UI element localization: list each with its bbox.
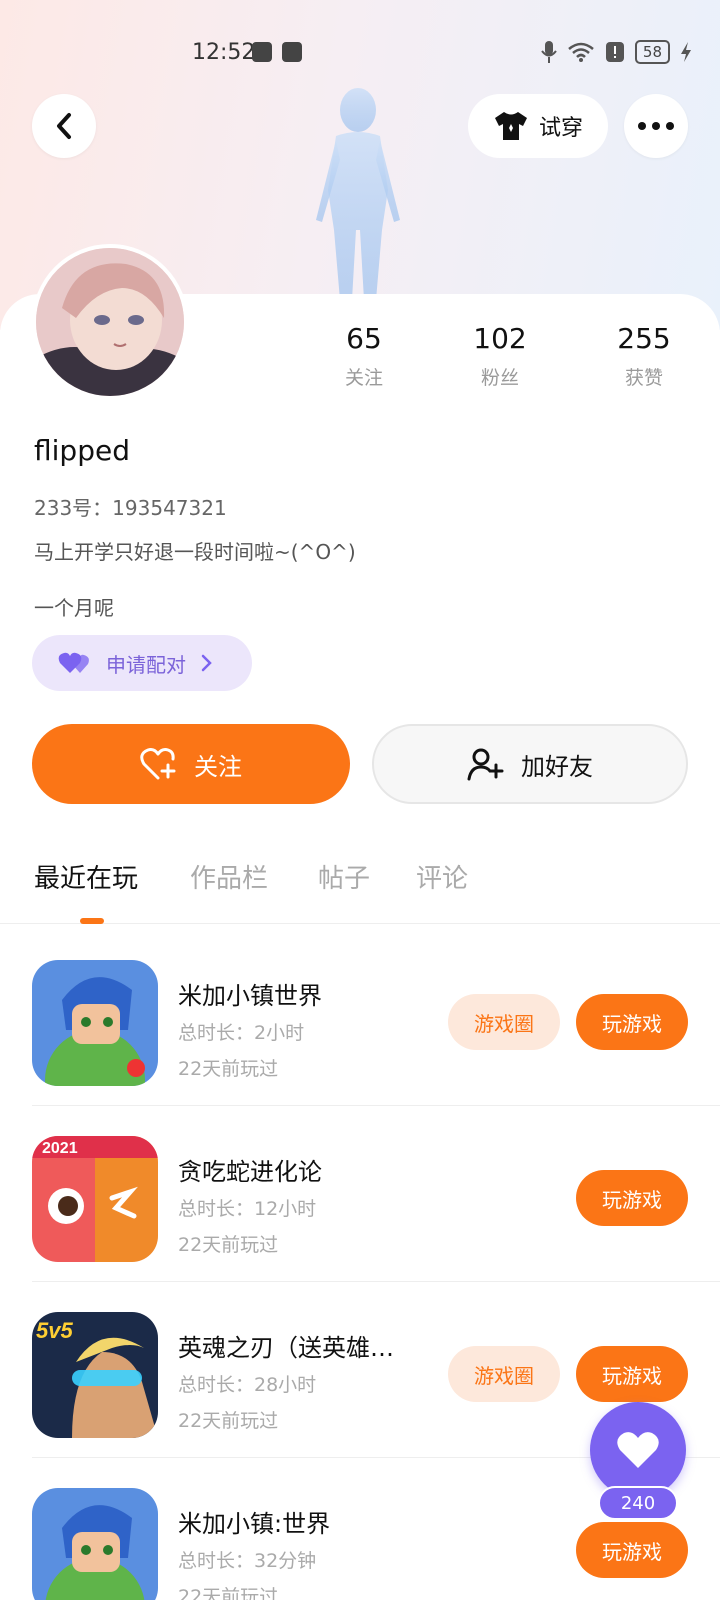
game-title: 米加小镇:世界 [178,1510,331,1538]
heart-plus-icon [140,748,176,780]
profile-tabs: 最近在玩 作品栏 帖子 评论 [0,858,720,924]
game-duration: 总时长：12小时 [178,1198,317,1220]
game-icon [32,960,158,1086]
game-last-played: 22天前玩过 [178,1058,279,1080]
game-duration: 总时长：32分钟 [178,1550,317,1572]
game-icon: 5v5 [32,1312,158,1438]
add-friend-label: 加好友 [521,752,593,781]
stat-following[interactable]: 65 关注 [304,322,424,390]
play-game-button[interactable]: 玩游戏 [576,994,688,1050]
stat-followers[interactable]: 102 粉丝 [440,322,560,390]
notification-icon [252,42,272,62]
username: flipped [34,434,130,467]
alert-icon [605,42,624,62]
play-game-button[interactable]: 玩游戏 [576,1522,688,1578]
tshirt-icon [494,112,527,140]
stat-value: 102 [473,322,527,355]
bio-line: 一个月呢 [34,596,114,620]
floating-like-button[interactable] [590,1402,686,1498]
tab-comments[interactable]: 评论 [416,858,468,895]
game-duration: 总时长：28小时 [178,1374,317,1396]
bio-line: 马上开学只好退一段时间啦~(^O^) [34,540,356,564]
microphone-icon [541,41,557,63]
battery-indicator: 58 [634,40,670,64]
stat-value: 65 [346,322,382,355]
tab-posts[interactable]: 帖子 [318,858,370,895]
game-row[interactable]: 2021 贪吃蛇进化论 总时长：12小时 22天前玩过 玩游戏 [32,1106,720,1282]
tab-active-indicator [80,918,104,924]
charging-icon [681,42,691,62]
chevron-right-icon [201,654,212,672]
stat-label: 获赞 [624,367,663,389]
apply-pair-label: 申请配对 [106,652,186,677]
avatar-illustration [36,248,184,396]
add-friend-button[interactable]: 加好友 [372,724,688,804]
stat-likes[interactable]: 255 获赞 [584,322,704,390]
add-user-icon [467,748,504,781]
more-options-button[interactable] [624,94,688,158]
try-on-label: 试穿 [538,116,583,141]
play-game-button[interactable]: 玩游戏 [576,1170,688,1226]
game-title: 米加小镇世界 [178,982,322,1010]
game-last-played: 22天前玩过 [178,1586,279,1600]
tab-recently-played[interactable]: 最近在玩 [34,858,138,895]
status-bar: 12:52 58 [0,36,720,72]
avatar-hologram-figure [316,88,400,300]
game-title: 英魂之刃（送英雄… [178,1334,394,1362]
notification-icon [282,42,302,62]
stat-label: 粉丝 [480,367,519,389]
game-icon [32,1488,158,1600]
game-circle-button[interactable]: 游戏圈 [448,994,560,1050]
follow-button[interactable]: 关注 [32,724,350,804]
tab-works[interactable]: 作品栏 [190,858,268,895]
like-count-badge: 240 [598,1486,678,1520]
game-badge-text: 5v5 [36,1318,73,1343]
try-on-button[interactable]: 试穿 [468,94,608,158]
heart-icon [617,1432,659,1468]
stat-label: 关注 [344,367,383,389]
stat-value: 255 [617,322,671,355]
apply-pair-button[interactable]: 申请配对 [32,635,252,691]
avatar[interactable] [32,244,188,400]
game-duration: 总时长：2小时 [178,1022,305,1044]
game-row[interactable]: 米加小镇世界 总时长：2小时 22天前玩过 游戏圈 玩游戏 [32,930,720,1106]
play-game-button[interactable]: 玩游戏 [576,1346,688,1402]
game-last-played: 22天前玩过 [178,1410,279,1432]
follow-label: 关注 [194,752,242,781]
back-button[interactable] [32,94,96,158]
game-title: 贪吃蛇进化论 [178,1158,322,1186]
status-right-group: 58 [541,40,692,64]
game-last-played: 22天前玩过 [178,1234,279,1256]
more-dots-icon [638,122,674,130]
game-circle-button[interactable]: 游戏圈 [448,1346,560,1402]
game-badge-text: 2021 [42,1140,78,1157]
user-id: 233号：193547321 [34,496,227,520]
chevron-left-icon [57,113,71,139]
wifi-icon [568,42,594,62]
game-icon: 2021 [32,1136,158,1262]
double-heart-icon [58,652,89,673]
status-time: 12:52 [192,40,256,65]
